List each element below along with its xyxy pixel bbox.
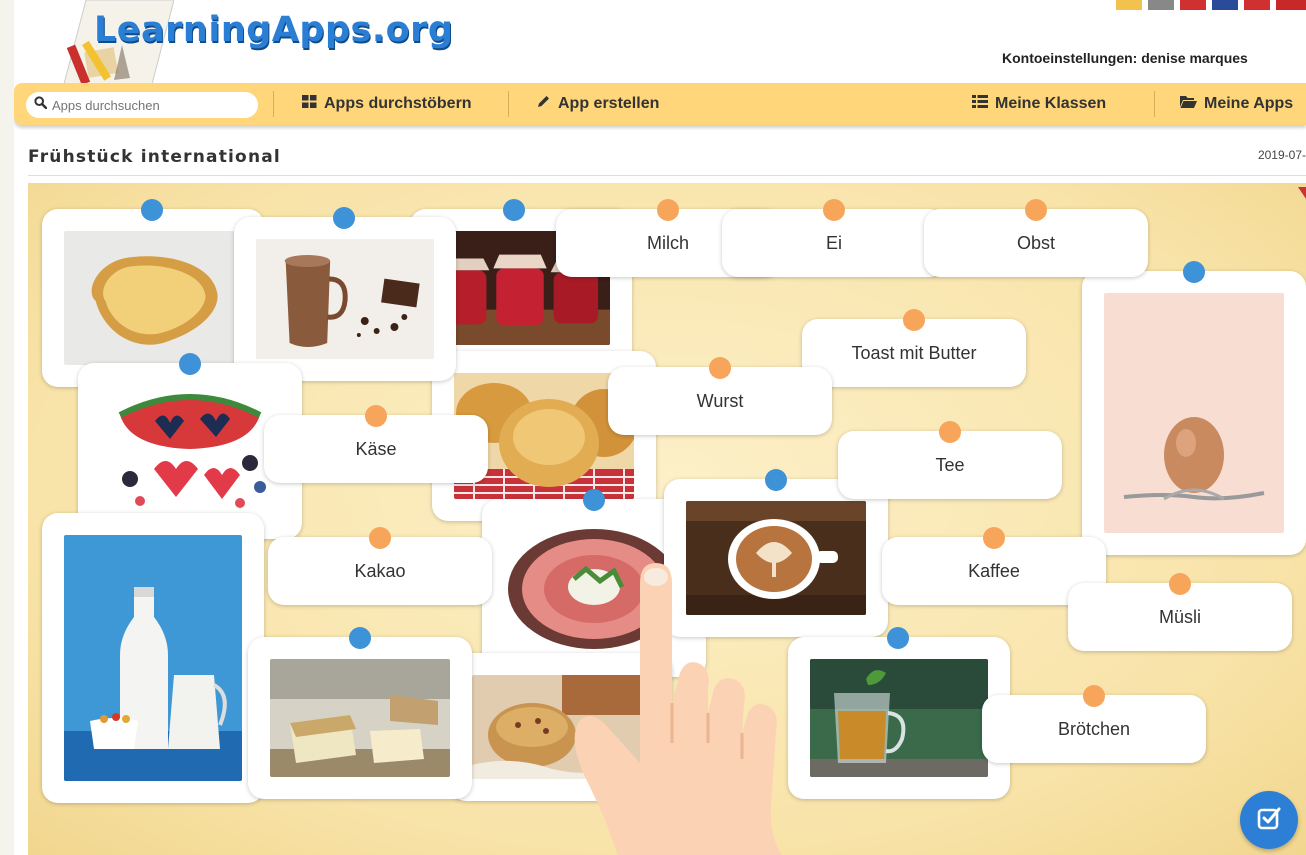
image-card-cheese[interactable]	[248, 627, 472, 799]
image-card-egg[interactable]	[1082, 261, 1306, 555]
card-label: Müsli	[1158, 606, 1201, 627]
image-card-muesli[interactable]	[450, 653, 672, 801]
language-flags[interactable]	[1116, 0, 1306, 10]
site-logo[interactable]: LearningApps.org	[94, 10, 454, 50]
cheese-image	[270, 659, 450, 777]
check-button[interactable]	[1240, 791, 1298, 849]
fruit-image	[100, 385, 280, 517]
my-apps-button[interactable]: Meine Apps	[1180, 83, 1293, 125]
muesli-image	[472, 675, 650, 779]
toast-image	[64, 231, 242, 365]
card-label: Kakao	[354, 560, 406, 581]
check-icon	[1257, 806, 1281, 835]
browse-apps-button[interactable]: Apps durchstöbern	[302, 83, 472, 125]
image-card-coffee[interactable]	[664, 469, 888, 637]
card-handle[interactable]	[333, 207, 355, 229]
text-card-kakao[interactable]: Kakao	[268, 527, 492, 605]
image-card-milk[interactable]	[42, 513, 264, 803]
text-card-ei[interactable]: Ei	[722, 199, 946, 277]
milk-image	[64, 535, 242, 781]
main-navbar: Apps durchstöbern App erstellen Meine Kl…	[14, 83, 1306, 125]
app-page: LearningApps.org Kontoeinstellungen: den…	[14, 0, 1306, 855]
text-card-kaese[interactable]: Käse	[264, 405, 488, 483]
text-card-obst[interactable]: Obst	[924, 199, 1148, 277]
text-card-muesli[interactable]: Müsli	[1068, 573, 1292, 651]
search-input[interactable]	[52, 97, 242, 113]
nav-divider	[1154, 91, 1155, 117]
close-icon[interactable]	[1298, 187, 1306, 199]
card-label: Brötchen	[1057, 718, 1131, 739]
card-handle[interactable]	[141, 199, 163, 221]
image-card-tea[interactable]	[788, 627, 1010, 799]
text-card-toast-mit-butter[interactable]: Toast mit Butter	[802, 309, 1026, 387]
card-handle[interactable]	[887, 627, 909, 649]
tea-image	[810, 659, 988, 777]
grid-icon	[302, 95, 317, 113]
card-handle[interactable]	[1183, 261, 1205, 283]
image-card-cocoa[interactable]	[234, 207, 456, 381]
create-app-label: App erstellen	[558, 95, 660, 112]
text-card-tee[interactable]: Tee	[838, 421, 1062, 499]
egg-image	[1104, 293, 1284, 533]
account-settings-link[interactable]: Kontoeinstellungen: denise marques	[1002, 50, 1248, 66]
title-divider	[28, 175, 1306, 176]
create-app-button[interactable]: App erstellen	[536, 83, 659, 125]
card-label: Ei	[825, 232, 842, 253]
browse-apps-label: Apps durchstöbern	[324, 95, 472, 112]
card-handle[interactable]	[765, 469, 787, 491]
list-icon	[972, 95, 988, 113]
card-label: Käse	[355, 438, 397, 459]
card-label: Wurst	[696, 390, 744, 411]
search-icon	[34, 96, 48, 114]
card-handle[interactable]	[503, 199, 525, 221]
nav-divider	[273, 91, 274, 117]
text-card-broetchen[interactable]: Brötchen	[982, 685, 1206, 763]
folder-icon	[1180, 95, 1197, 113]
card-label: Toast mit Butter	[851, 342, 977, 363]
card-label: Obst	[1016, 232, 1055, 253]
my-apps-label: Meine Apps	[1204, 95, 1294, 112]
sausage-platter-image	[504, 521, 684, 655]
card-handle[interactable]	[179, 353, 201, 375]
nav-divider	[508, 91, 509, 117]
image-card-toast[interactable]	[42, 199, 264, 387]
my-classes-button[interactable]: Meine Klassen	[972, 83, 1106, 125]
cocoa-image	[256, 239, 434, 359]
matching-board: Milch Ei Obst Toast mit Butter Wurst Käs…	[28, 183, 1306, 855]
my-classes-label: Meine Klassen	[995, 95, 1107, 112]
coffee-image	[686, 501, 866, 615]
page-title: Frühstück international	[28, 147, 281, 167]
text-card-wurst[interactable]: Wurst	[608, 357, 832, 435]
page-date: 2019-07-	[1257, 148, 1306, 162]
card-handle[interactable]	[583, 489, 605, 511]
pencil-icon	[536, 94, 551, 114]
card-label: Tee	[935, 454, 965, 475]
search-box[interactable]	[26, 92, 258, 118]
card-handle[interactable]	[349, 627, 371, 649]
